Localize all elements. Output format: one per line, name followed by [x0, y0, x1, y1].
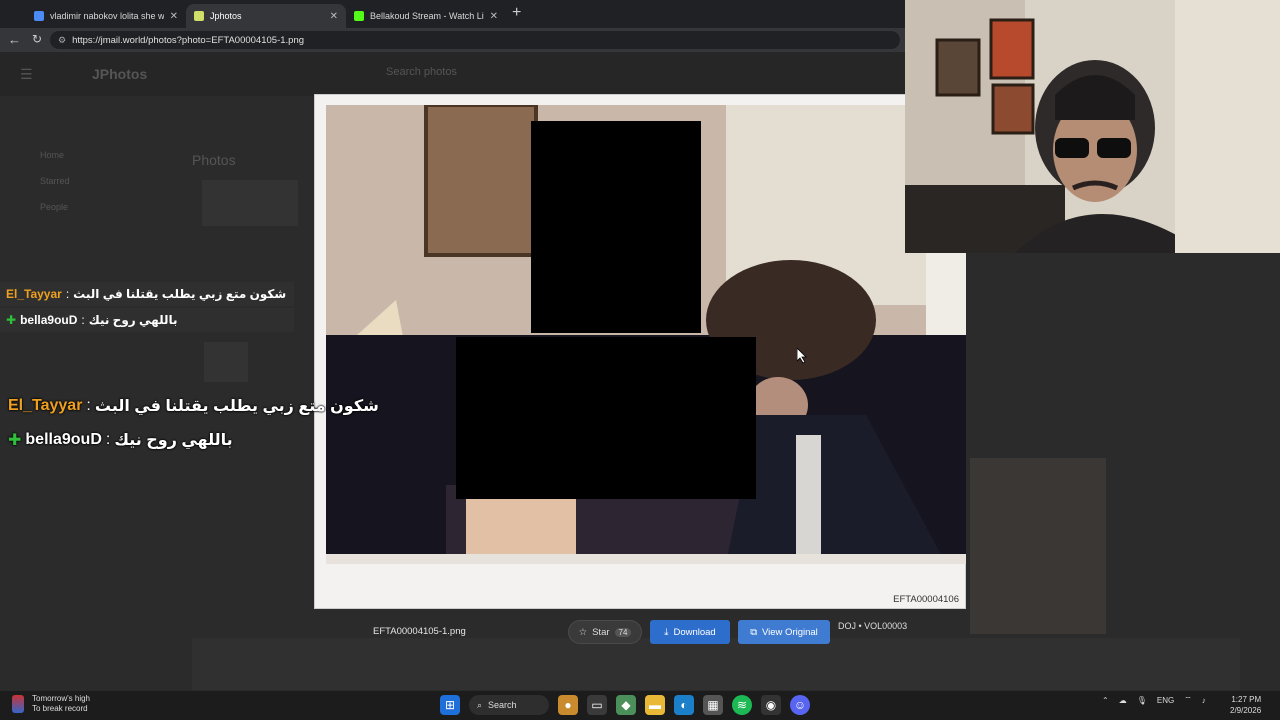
clock-date: 2/9/2026 [1230, 706, 1262, 715]
chat-message: El_Tayyar : شكون متع زبي يطلب يقتلنا في … [0, 396, 379, 416]
site-info-icon[interactable]: ⚙ [58, 35, 66, 46]
chat-text: شكون متع زبي يطلب يقتلنا في البث [94, 398, 379, 415]
discord-icon[interactable]: ☺ [790, 695, 810, 715]
weather-icon [12, 695, 24, 713]
page-title: Photos [192, 152, 236, 168]
download-label: Download [673, 626, 716, 638]
chat-separator: : [86, 397, 91, 414]
weather-line-2: To break record [32, 704, 88, 713]
photo-image [326, 105, 966, 564]
tab-search[interactable]: vladimir nabokov lolita she was lo ✕ [26, 4, 186, 28]
chat-separator: : [81, 313, 85, 327]
close-icon[interactable]: ✕ [330, 11, 338, 22]
task-view-icon[interactable]: ▭ [587, 695, 607, 715]
chat-text: باللهي روح نيك [88, 313, 178, 327]
chrome-icon[interactable]: ◉ [761, 695, 781, 715]
clock-time: 1:27 PM [1231, 695, 1262, 704]
photo-illustration [326, 105, 966, 564]
back-icon[interactable]: ← [8, 32, 21, 47]
chat-text: شكون متع زبي يطلب يقتلنا في البث [73, 287, 287, 301]
tab-title: vladimir nabokov lolita she was lo [50, 11, 164, 21]
hamburger-menu-icon[interactable]: ☰ [20, 66, 33, 83]
chat-username: El_Tayyar [6, 287, 62, 301]
download-icon: ⤓ [664, 626, 669, 638]
taskbar-clock[interactable]: 1:27 PM 2/9/2026 [1230, 694, 1261, 716]
volume-label: DOJ • VOL00003 [838, 621, 908, 631]
chevron-up-icon[interactable]: ⌃ [1102, 696, 1109, 705]
close-icon[interactable]: ✕ [170, 11, 178, 22]
screen: vladimir nabokov lolita she was lo ✕ Jph… [0, 0, 1280, 720]
reload-icon[interactable]: ↻ [32, 32, 42, 46]
subscriber-badge-icon: ✚ [8, 432, 22, 449]
star-icon: ☆ [578, 626, 588, 638]
sidebar-nav: Home Starred People [18, 142, 70, 220]
close-icon[interactable]: ✕ [490, 11, 498, 22]
chat-text: باللهي روح نيك [114, 432, 233, 449]
subscriber-badge-icon: ✚ [6, 313, 17, 327]
photo-filename: EFTA00004105-1.png [373, 626, 466, 637]
url-text: https://jmail.world/photos?photo=EFTA000… [72, 34, 305, 46]
mouse-cursor-icon [797, 348, 807, 364]
photo-thumbnail[interactable] [970, 458, 1106, 634]
chat-message: ✚ bella9ouD : باللهي روح نيك [0, 430, 233, 450]
language-indicator[interactable]: ENG [1157, 696, 1174, 705]
search-input[interactable]: Search photos [386, 66, 457, 78]
kick-favicon-icon [354, 11, 364, 21]
weather-widget[interactable]: Tomorrow's high To break record [12, 694, 90, 714]
system-tray: ⌃ ☁ 🎙 ENG ⌔ ♪ [1102, 695, 1206, 705]
jphotos-favicon-icon [194, 11, 204, 21]
weather-line-1: Tomorrow's high [32, 694, 90, 703]
chat-message: ✚ bella9ouD : باللهي روح نيك [0, 308, 294, 332]
star-button[interactable]: ☆ Star 74 [568, 620, 642, 644]
onedrive-icon[interactable]: ☁ [1119, 696, 1127, 705]
chat-username: bella9ouD [25, 431, 102, 448]
search-favicon-icon [34, 11, 44, 21]
windows-taskbar: Tomorrow's high To break record ⊞ ⌕ Sear… [0, 690, 1280, 720]
chat-username: El_Tayyar [8, 397, 83, 414]
view-original-label: View Original [762, 626, 818, 638]
star-label: Star [592, 626, 610, 638]
photo-thumbnail[interactable] [204, 342, 248, 382]
document-id-label: EFTA00004106 [893, 594, 959, 605]
widgets-icon[interactable]: ● [558, 695, 578, 715]
webcam-illustration [905, 0, 1280, 253]
site-logo[interactable]: JPhotos [92, 66, 147, 82]
copilot-icon[interactable]: ◆ [616, 695, 636, 715]
tab-title: Bellakoud Stream - Watch Live on [370, 11, 484, 21]
volume-icon[interactable]: ♪ [1202, 696, 1206, 705]
view-original-button[interactable]: ⧉ View Original [738, 620, 830, 644]
microphone-icon[interactable]: 🎙 [1137, 696, 1147, 705]
taskbar-search-label: Search [488, 700, 517, 710]
chat-separator: : [105, 431, 111, 448]
external-link-icon: ⧉ [750, 626, 757, 638]
chat-username: bella9ouD [20, 313, 78, 327]
url-input[interactable]: ⚙ https://jmail.world/photos?photo=EFTA0… [50, 31, 900, 49]
taskbar-search[interactable]: ⌕ Search [469, 695, 549, 715]
store-icon[interactable]: ▦ [703, 695, 723, 715]
download-button[interactable]: ⤓ Download [650, 620, 730, 644]
tab-kick-stream[interactable]: Bellakoud Stream - Watch Live on ✕ [346, 4, 506, 28]
webcam-overlay [905, 0, 1280, 253]
sidebar-item-home[interactable]: Home [18, 142, 70, 168]
photo-thumbnail-row[interactable] [192, 638, 1240, 690]
spotify-icon[interactable]: ≋ [732, 695, 752, 715]
chat-separator: : [65, 287, 70, 301]
sidebar-item-starred[interactable]: Starred [18, 168, 70, 194]
search-icon: ⌕ [477, 699, 483, 710]
edge-browser-icon[interactable]: ◐ [674, 695, 694, 715]
star-count-badge: 74 [614, 627, 632, 637]
new-tab-icon[interactable]: + [512, 5, 521, 21]
tab-jphotos[interactable]: Jphotos ✕ [186, 4, 346, 28]
file-explorer-icon[interactable]: ▬ [645, 695, 665, 715]
chat-message: El_Tayyar : شكون متع زبي يطلب يقتلنا في … [0, 282, 294, 306]
windows-start-icon[interactable]: ⊞ [440, 695, 460, 715]
sidebar-item-people[interactable]: People [18, 194, 70, 220]
taskbar-apps: ⊞ ⌕ Search ● ▭ ◆ ▬ ◐ ▦ ≋ ◉ ☺ [440, 695, 810, 715]
photo-lightbox: EFTA00004106 [314, 94, 966, 609]
wifi-icon[interactable]: ⌔ [1184, 695, 1192, 705]
tab-title: Jphotos [210, 11, 242, 21]
photo-thumbnail[interactable] [202, 180, 298, 226]
